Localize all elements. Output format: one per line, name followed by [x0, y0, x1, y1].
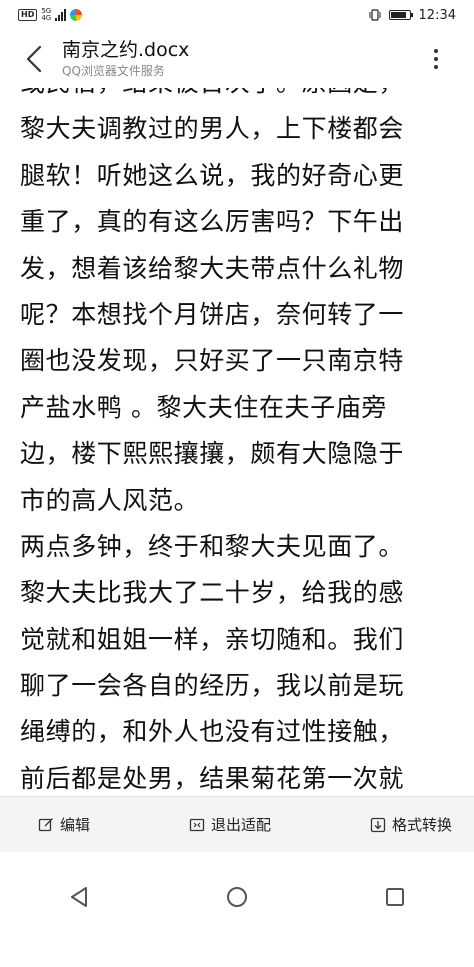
text-line: 产盐水鸭 。黎大夫住在夫子庙旁 — [20, 392, 387, 422]
format-convert-label: 格式转换 — [391, 816, 452, 834]
edit-label: 编辑 — [60, 816, 91, 834]
circle-home-icon — [227, 887, 247, 907]
vibrate-icon — [369, 9, 381, 21]
triangle-back-icon — [71, 887, 87, 907]
text-line: 或民宿，结果被百次了。原因是， — [20, 88, 460, 106]
format-convert-button[interactable]: 格式转换 — [370, 814, 452, 835]
text-line: 腿软！听她这么说，我的好奇心更 — [20, 160, 405, 190]
status-bar: HD 5G 4G 12:34 — [0, 0, 474, 30]
status-left: HD 5G 4G — [18, 8, 83, 22]
more-vertical-icon — [434, 49, 438, 53]
text-line: 黎大夫比我大了二十岁，给我的感 — [20, 578, 405, 608]
convert-icon — [370, 817, 386, 832]
text-line: 前后都是处男，结果菊花第一次就 — [20, 763, 405, 793]
battery-icon — [388, 10, 413, 20]
chevron-left-icon — [26, 45, 42, 73]
text-line: 市的高人风范。 — [20, 485, 200, 515]
text-line: 聊了一会各自的经历，我以前是玩 — [20, 671, 405, 701]
network-bottom: 4G — [41, 14, 52, 22]
edit-button[interactable]: 编辑 — [38, 814, 90, 835]
app-header: 南京之约.docx QQ浏览器文件服务 — [0, 30, 474, 88]
more-options-button[interactable] — [424, 44, 448, 74]
title-area: 南京之约.docx QQ浏览器文件服务 — [62, 38, 189, 79]
text-line: 发，想着该给黎大夫带点什么礼物 — [20, 253, 405, 283]
text-block: 或民宿，结果被百次了。原因是， 黎大夫调教过的男人，上下楼都会腿软！听她这么说，我… — [20, 88, 460, 796]
document-content[interactable]: 或民宿，结果被百次了。原因是， 黎大夫调教过的男人，上下楼都会腿软！听她这么说，我… — [0, 88, 474, 796]
exit-fit-button[interactable]: 退出适配 — [189, 814, 271, 835]
system-nav-bar — [0, 852, 474, 967]
browser-app-icon — [70, 9, 83, 21]
text-line: 圈也没发现，只好买了一只南京特 — [20, 346, 405, 376]
text-line: 觉就和姐姐一样，亲切随和。我们 — [20, 624, 405, 654]
status-time: 12:34 — [418, 7, 456, 23]
square-recents-icon — [386, 888, 404, 906]
document-subtitle: QQ浏览器文件服务 — [62, 64, 165, 78]
nav-back-button[interactable] — [64, 882, 94, 912]
text-line: 黎大夫调教过的男人，上下楼都会 — [20, 114, 405, 144]
text-line: 呢？本想找个月饼店，奈何转了一 — [20, 299, 405, 329]
hd-badge: HD — [18, 9, 38, 21]
status-right: 12:34 — [369, 8, 456, 23]
exit-fit-label: 退出适配 — [210, 816, 271, 834]
network-type: 5G 4G — [41, 8, 51, 22]
nav-recents-button[interactable] — [380, 882, 410, 912]
edit-icon — [38, 817, 53, 831]
signal-icon — [55, 9, 67, 21]
document-title: 南京之约.docx — [62, 39, 190, 61]
text-line: 边，楼下熙熙攘攘，颇有大隐隐于 — [20, 439, 405, 469]
text-line: 两点多钟，终于和黎大夫见面了。 — [20, 531, 405, 561]
fit-screen-icon — [189, 818, 205, 831]
screen: HD 5G 4G 12:34 南京之约.docx QQ浏览器文件服务 黎大夫调教… — [0, 0, 474, 967]
text-line: 重了，真的有这么厉害吗？下午出 — [20, 207, 405, 237]
bottom-toolbar: 编辑 退出适配 格式转换 — [0, 796, 474, 852]
nav-home-button[interactable] — [222, 882, 252, 912]
back-button[interactable] — [20, 42, 48, 76]
text-line: 绳缚的，和外人也没有过性接触， — [20, 717, 405, 747]
